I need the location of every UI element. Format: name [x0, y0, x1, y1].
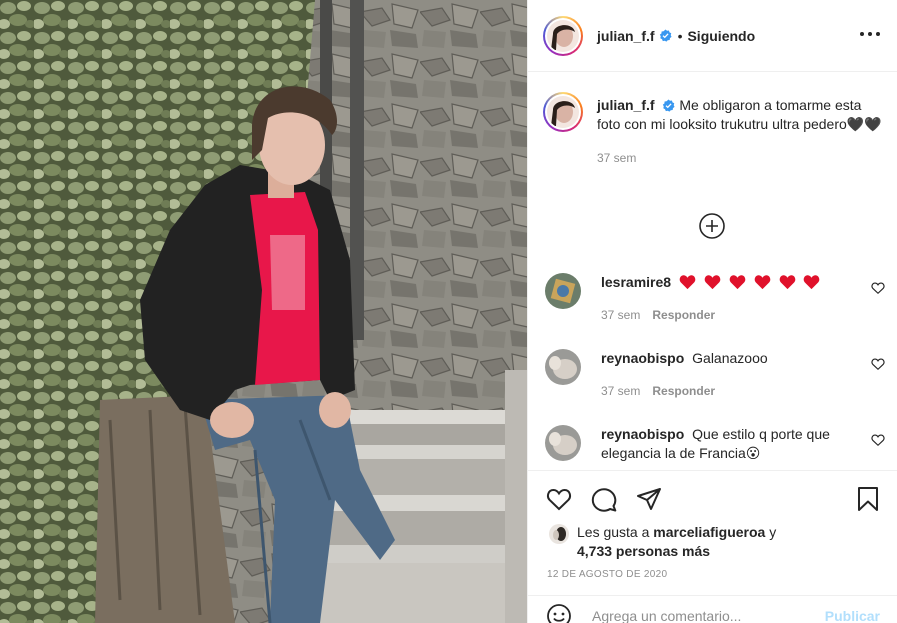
post-header: julian_f.f • Siguiendo — [528, 0, 897, 72]
red-heart-icon — [679, 275, 696, 290]
post-actions-section: Les gusta a marceliafigueroa y 4,733 per… — [528, 470, 897, 623]
red-heart-icon — [754, 275, 770, 290]
comment-username[interactable]: reynaobispo — [601, 350, 684, 366]
bookmark-icon[interactable] — [854, 485, 882, 513]
publish-button[interactable]: Publicar — [825, 608, 880, 623]
caption-avatar — [547, 96, 579, 128]
verified-badge-icon — [663, 99, 675, 112]
comment-input[interactable]: Agrega un comentario... — [592, 608, 741, 623]
comment-like-icon[interactable] — [871, 281, 885, 295]
comment-username[interactable]: lesramire8 — [601, 274, 671, 290]
more-options-icon[interactable] — [860, 24, 880, 44]
red-heart-icon — [704, 275, 721, 290]
author-avatar-ring[interactable] — [543, 15, 583, 56]
liker-avatar[interactable] — [549, 524, 569, 544]
commenter-avatar[interactable] — [545, 349, 581, 385]
red-heart-icon — [804, 275, 820, 290]
red-heart-icon — [729, 275, 746, 290]
post-date[interactable]: 12 DE AGOSTO DE 2020 — [547, 569, 667, 580]
author-username[interactable]: julian_f.f — [597, 28, 655, 44]
comment-item: reynaobispo Que estilo q porte que elega… — [545, 425, 885, 463]
comment-meta: 37 sem Responder — [601, 382, 841, 401]
red-heart-icon — [779, 275, 795, 290]
likes-prefix: Les gusta a — [577, 524, 650, 540]
reply-button[interactable]: Responder — [652, 384, 715, 398]
following-button[interactable]: Siguiendo — [687, 28, 755, 44]
post-caption: julian_f.f Me obligaron a tomarme esta f… — [543, 92, 883, 168]
comment-like-icon[interactable] — [871, 433, 885, 447]
caption-avatar-ring[interactable] — [543, 92, 583, 132]
add-comment-bar: Agrega un comentario... Publicar — [528, 595, 897, 623]
commenter-avatar[interactable] — [545, 273, 581, 309]
add-more-comments-icon[interactable] — [698, 212, 726, 240]
header-separator: • — [677, 27, 683, 44]
reply-button[interactable]: Responder — [652, 308, 715, 322]
liker-username[interactable]: marceliafigueroa — [653, 524, 765, 540]
comment-text: Galanazooo — [692, 350, 768, 366]
comment-timestamp[interactable]: 37 sem — [601, 308, 640, 322]
post-panel: julian_f.f • Siguiendo julian_f.f Me obl… — [527, 0, 897, 623]
likes-count[interactable]: 4,733 personas más — [577, 543, 710, 559]
caption-username[interactable]: julian_f.f — [597, 97, 655, 113]
share-icon[interactable] — [635, 485, 663, 513]
post-photo[interactable] — [0, 0, 527, 623]
verified-badge-icon — [659, 29, 672, 42]
comment-username[interactable]: reynaobispo — [601, 426, 684, 442]
post-image — [0, 0, 527, 623]
comment-timestamp[interactable]: 37 sem — [601, 384, 640, 398]
like-icon[interactable] — [545, 485, 573, 513]
likes-summary: Les gusta a marceliafigueroa y 4,733 per… — [549, 523, 776, 561]
likes-conjunction: y — [769, 524, 777, 540]
comment-item: lesramire8 37 sem Responder — [545, 273, 885, 325]
comment-item: reynaobispo Galanazooo 37 sem Responder — [545, 349, 885, 401]
caption-timestamp[interactable]: 37 sem — [597, 149, 882, 168]
comment-like-icon[interactable] — [871, 357, 885, 371]
author-avatar — [547, 19, 579, 52]
caption-body: julian_f.f Me obligaron a tomarme esta f… — [597, 96, 882, 168]
emoji-icon[interactable] — [546, 603, 572, 623]
comment-text — [679, 274, 824, 290]
comment-icon[interactable] — [590, 485, 618, 513]
comment-meta: 37 sem Responder — [601, 306, 841, 325]
action-bar — [545, 485, 663, 513]
commenter-avatar[interactable] — [545, 425, 581, 461]
